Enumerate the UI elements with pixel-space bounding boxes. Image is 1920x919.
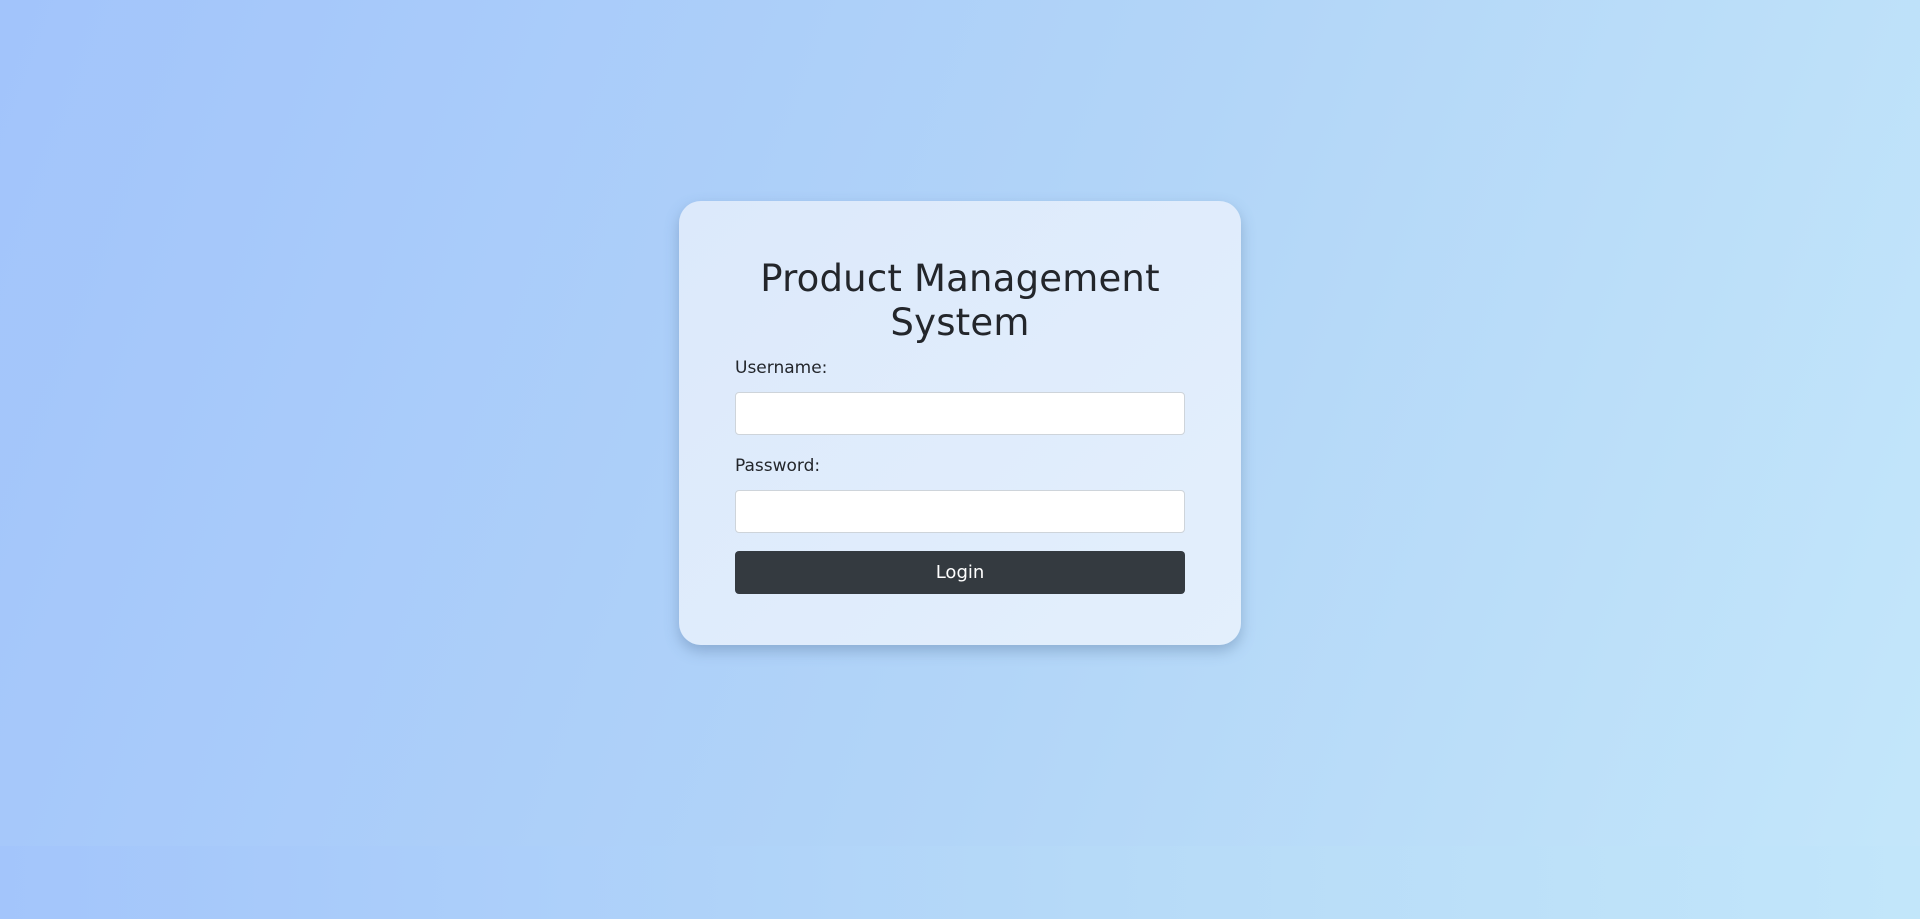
login-button[interactable]: Login [735, 551, 1185, 594]
page-title: Product Management System [760, 257, 1160, 344]
password-label: Password: [735, 456, 821, 476]
username-input[interactable] [735, 392, 1185, 435]
login-card: Product Management System Username: Pass… [679, 201, 1241, 645]
password-input[interactable] [735, 490, 1185, 533]
page-footer-band [0, 846, 1920, 919]
username-label: Username: [735, 358, 828, 378]
